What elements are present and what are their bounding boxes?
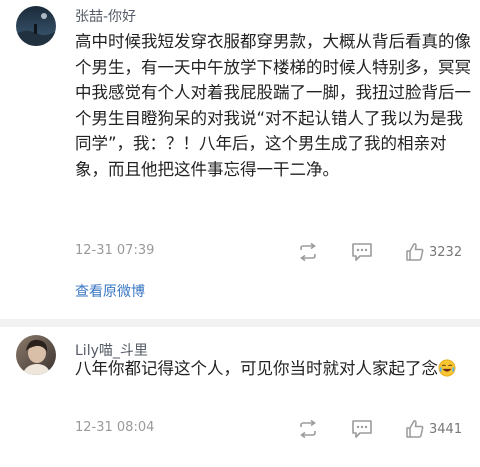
thumbs-up-icon — [406, 243, 424, 261]
comment-item: Lily喵_斗里 八年你都记得这个人，可见你当时就对人家起了念 12-31 08… — [0, 327, 480, 467]
comment-icon — [352, 420, 372, 438]
comment-item: 张喆-你好 高中时候我短发穿衣服都穿男款，大概从背后看真的像个男生，有一天中午放… — [0, 0, 480, 319]
repost-icon — [300, 420, 316, 438]
like-button[interactable]: 3232 — [405, 241, 462, 263]
comment-timestamp: 12-31 07:39 — [75, 243, 155, 258]
thumbs-up-icon — [406, 420, 424, 438]
comment-meta: 12-31 07:39 3232 — [0, 240, 480, 264]
comment-meta: 12-31 08:04 3441 — [0, 417, 480, 441]
tears-of-joy-emoji-icon — [438, 359, 456, 377]
view-original-weibo-link[interactable]: 查看原微博 — [75, 281, 145, 301]
user-avatar[interactable] — [16, 6, 56, 46]
comment-button[interactable] — [351, 418, 373, 440]
like-count: 3441 — [429, 421, 463, 437]
photo-avatar-icon — [16, 335, 56, 375]
repost-button[interactable] — [297, 241, 319, 263]
comment-timestamp: 12-31 08:04 — [75, 420, 155, 435]
comment-text: 八年你都记得这个人，可见你当时就对人家起了念 — [75, 359, 438, 378]
comment-button[interactable] — [351, 241, 373, 263]
like-count: 3232 — [429, 244, 463, 260]
repost-icon — [300, 243, 316, 261]
comment-icon — [352, 243, 372, 261]
repost-button[interactable] — [297, 418, 319, 440]
like-button[interactable]: 3441 — [405, 418, 462, 440]
section-divider — [0, 319, 480, 327]
comment-body: 八年你都记得这个人，可见你当时就对人家起了念 — [75, 356, 475, 382]
comment-username[interactable]: 张喆-你好 — [75, 6, 136, 26]
comment-text: 高中时候我短发穿衣服都穿男款，大概从背后看真的像个男生，有一天中午放学下楼梯的时… — [75, 32, 471, 179]
night-scene-avatar-icon — [16, 6, 56, 46]
user-avatar[interactable] — [16, 335, 56, 375]
